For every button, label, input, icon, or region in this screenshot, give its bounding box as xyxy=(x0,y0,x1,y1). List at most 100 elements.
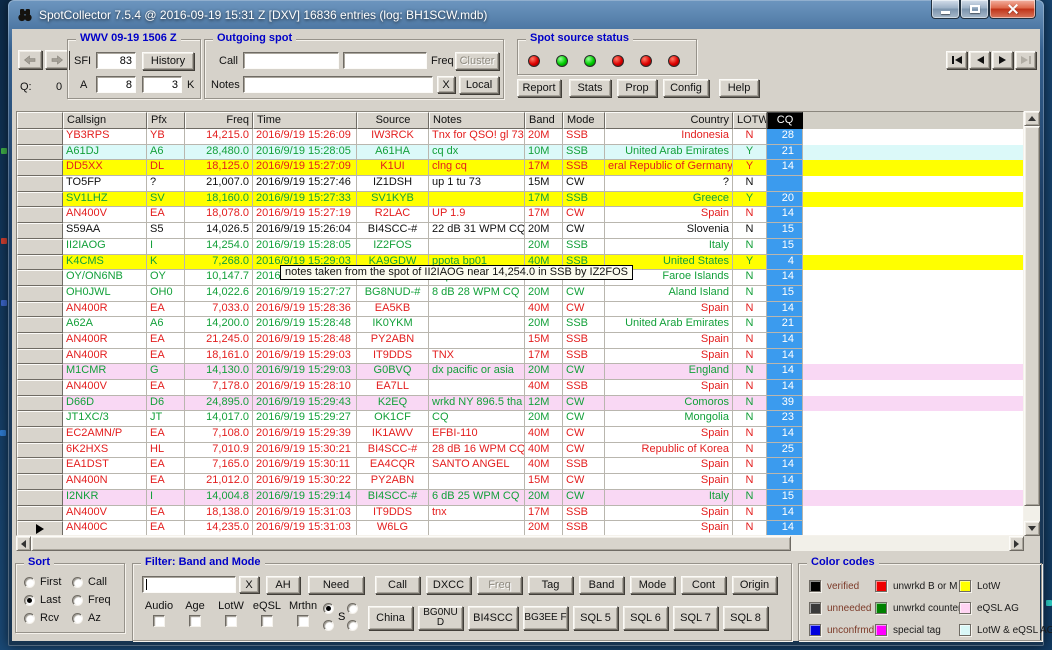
checkbox-mrthn[interactable] xyxy=(297,615,309,627)
last-record-button[interactable] xyxy=(1015,51,1036,69)
record-selector[interactable] xyxy=(17,286,63,302)
column-header-lotw[interactable]: LOTW xyxy=(733,112,767,129)
table-row[interactable]: JT1XC/3JT14,017.02016/9/19 15:29:27OK1CF… xyxy=(17,411,1023,427)
prop-button[interactable]: Prop xyxy=(617,79,657,97)
filter-cont-button[interactable]: Cont xyxy=(681,576,726,594)
column-header-callsign[interactable]: Callsign xyxy=(63,112,147,129)
cluster-button[interactable]: Cluster xyxy=(455,52,499,70)
ah-button[interactable]: AH xyxy=(266,576,300,594)
column-header-country[interactable]: Country xyxy=(605,112,733,129)
record-selector[interactable] xyxy=(17,176,63,192)
scroll-down-button[interactable] xyxy=(1024,521,1040,536)
record-selector[interactable] xyxy=(17,192,63,208)
record-selector[interactable] xyxy=(17,380,63,396)
column-header-source[interactable]: Source xyxy=(357,112,429,129)
record-selector[interactable] xyxy=(17,364,63,380)
filter-tag-button[interactable]: Tag xyxy=(528,576,573,594)
preset-china-button[interactable]: China xyxy=(368,606,413,630)
config-button[interactable]: Config xyxy=(663,79,709,97)
filter-origin-button[interactable]: Origin xyxy=(732,576,777,594)
scroll-right-button[interactable] xyxy=(1009,536,1024,551)
need-button[interactable]: Need xyxy=(308,576,364,594)
table-row[interactable]: EC2AMN/PEA7,108.02016/9/19 15:29:39IK1AW… xyxy=(17,427,1023,443)
notes-clear-button[interactable]: X xyxy=(437,76,455,93)
table-row[interactable]: DD5XXDL18,125.02016/9/19 15:27:09K1UIcln… xyxy=(17,160,1023,176)
sort-option-last[interactable]: Last xyxy=(24,594,61,606)
checkbox-eqsl[interactable] xyxy=(261,615,273,627)
history-back-button[interactable] xyxy=(18,50,42,69)
help-button[interactable]: Help xyxy=(719,79,759,97)
column-header-band[interactable]: Band xyxy=(525,112,563,129)
scroll-up-button[interactable] xyxy=(1024,111,1040,126)
spot-notes-input[interactable] xyxy=(243,76,433,93)
filter-checkbox-lotw[interactable]: LotW xyxy=(213,600,249,627)
record-selector[interactable] xyxy=(17,443,63,459)
scroll-left-button[interactable] xyxy=(16,536,31,551)
filter-dxcc-button[interactable]: DXCC xyxy=(426,576,471,594)
record-selector[interactable] xyxy=(17,145,63,161)
radio-first[interactable] xyxy=(24,577,35,588)
filter-call-button[interactable]: Call xyxy=(375,576,420,594)
column-header-pfx[interactable]: Pfx xyxy=(147,112,185,129)
a-index-field[interactable]: 8 xyxy=(96,76,136,93)
preset-sql-7-button[interactable]: SQL 7 xyxy=(673,606,718,630)
checkbox-age[interactable] xyxy=(189,615,201,627)
preset-sql-8-button[interactable]: SQL 8 xyxy=(723,606,768,630)
record-selector[interactable] xyxy=(17,207,63,223)
record-selector[interactable] xyxy=(17,333,63,349)
table-row[interactable]: AN400VEA18,138.02016/9/19 15:31:03IT9DDS… xyxy=(17,506,1023,522)
record-selector[interactable] xyxy=(17,427,63,443)
record-selector[interactable] xyxy=(17,411,63,427)
record-selector[interactable] xyxy=(17,255,63,271)
spot-call-input[interactable] xyxy=(243,52,339,69)
sort-option-first[interactable]: First xyxy=(24,576,61,588)
checkbox-lotw[interactable] xyxy=(225,615,237,627)
record-selector[interactable] xyxy=(17,349,63,365)
table-row[interactable]: II2IAOGI14,254.02016/9/19 15:28:05IZ2FOS… xyxy=(17,239,1023,255)
sort-option-freq[interactable]: Freq xyxy=(72,594,111,606)
sort-option-rcv[interactable]: Rcv xyxy=(24,612,59,624)
table-row[interactable]: AN400CEA14,235.02016/9/19 15:31:03W6LG20… xyxy=(17,521,1023,536)
sort-option-call[interactable]: Call xyxy=(72,576,107,588)
sfi-field[interactable]: 83 xyxy=(96,52,136,69)
record-selector[interactable] xyxy=(17,490,63,506)
record-selector[interactable] xyxy=(17,270,63,286)
table-row[interactable]: A61DJA628,480.02016/9/19 15:28:05A61HAcq… xyxy=(17,145,1023,161)
close-button[interactable] xyxy=(989,0,1036,19)
filter-mode-button[interactable]: Mode xyxy=(630,576,675,594)
radio-az[interactable] xyxy=(72,613,83,624)
quality-radio-1[interactable] xyxy=(323,603,334,614)
radio-rcv[interactable] xyxy=(24,613,35,624)
preset-bi4scc-button[interactable]: BI4SCC xyxy=(468,606,518,630)
quality-radio-2[interactable] xyxy=(347,603,358,614)
filter-checkbox-age[interactable]: Age xyxy=(177,600,213,627)
table-row[interactable]: AN400REA18,161.02016/9/19 15:29:03IT9DDS… xyxy=(17,349,1023,365)
column-header-cq[interactable]: CQ xyxy=(767,112,803,129)
next-record-button[interactable] xyxy=(992,51,1013,69)
filter-freq-button[interactable]: Freq xyxy=(477,576,522,594)
k-index-field[interactable]: 3 xyxy=(142,76,182,93)
minimize-button[interactable] xyxy=(931,0,960,19)
record-selector[interactable] xyxy=(17,396,63,412)
column-header-time[interactable]: Time xyxy=(253,112,357,129)
table-row[interactable]: YB3RPSYB14,215.02016/9/19 15:26:09IW3RCK… xyxy=(17,129,1023,145)
table-row[interactable]: EA1DSTEA7,165.02016/9/19 15:30:11EA4CQRS… xyxy=(17,458,1023,474)
quality-radio-4[interactable] xyxy=(347,620,358,631)
table-row[interactable]: M1CMRG14,130.02016/9/19 15:29:03G0BVQdx … xyxy=(17,364,1023,380)
record-selector[interactable] xyxy=(17,317,63,333)
filter-input[interactable] xyxy=(142,576,236,593)
filter-checkbox-audio[interactable]: Audio xyxy=(141,600,177,627)
table-row[interactable]: AN400REA21,245.02016/9/19 15:28:48PY2ABN… xyxy=(17,333,1023,349)
column-header-freq[interactable]: Freq xyxy=(185,112,253,129)
preset-bg3ee-f-button[interactable]: BG3EE F xyxy=(523,606,568,630)
stats-button[interactable]: Stats xyxy=(569,79,611,97)
table-row[interactable]: SV1LHZSV18,160.02016/9/19 15:27:33SV1KYB… xyxy=(17,192,1023,208)
preset-sql-6-button[interactable]: SQL 6 xyxy=(623,606,668,630)
table-row[interactable]: TO5FP?21,007.02016/9/19 15:27:46IZ1DSHup… xyxy=(17,176,1023,192)
record-selector[interactable] xyxy=(17,302,63,318)
filter-clear-button[interactable]: X xyxy=(239,576,259,593)
filter-checkbox-eqsl[interactable]: eQSL xyxy=(249,600,285,627)
record-selector[interactable] xyxy=(17,458,63,474)
table-row[interactable]: AN400REA7,033.02016/9/19 15:28:36EA5KB40… xyxy=(17,302,1023,318)
vertical-scroll-thumb[interactable] xyxy=(1024,126,1040,506)
